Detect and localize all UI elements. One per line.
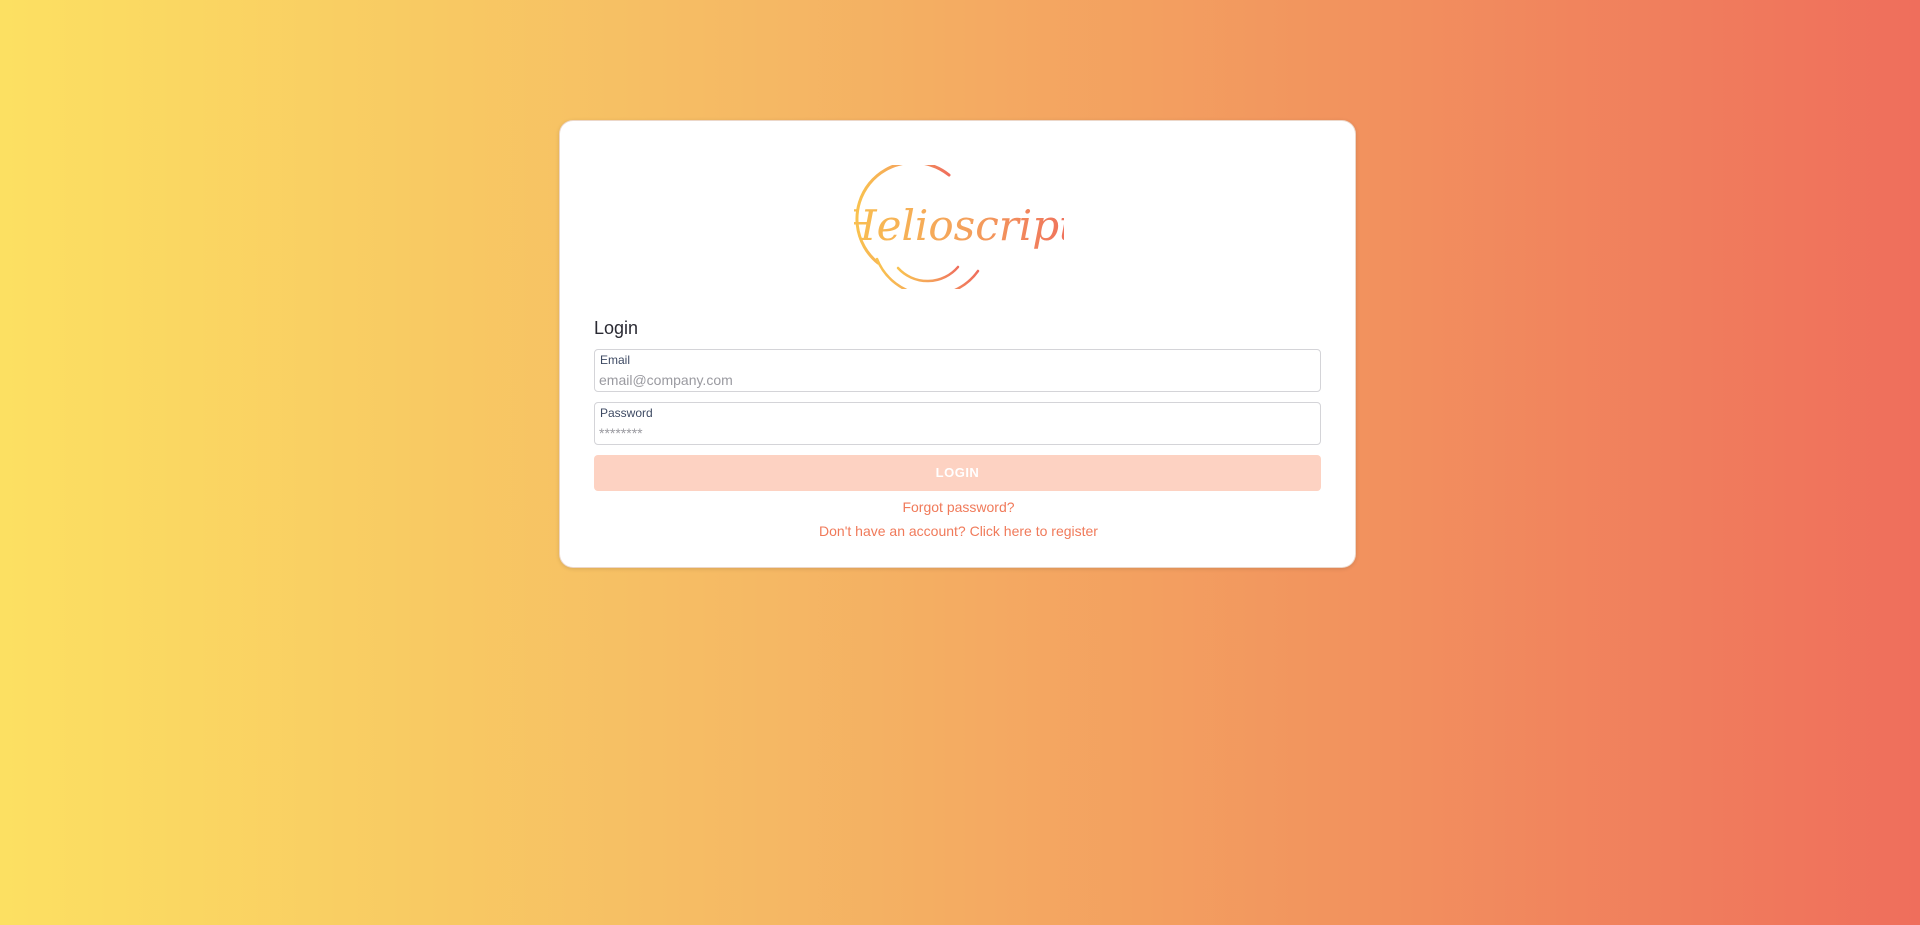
password-input[interactable] [599,424,1314,442]
login-heading: Login [594,318,639,338]
helioscript-logo: Helioscript [854,165,1064,289]
register-link[interactable]: Don't have an account? Click here to reg… [560,523,1357,539]
login-button[interactable]: LOGIN [594,455,1321,491]
sun-arc-logo-icon: Helioscript [854,165,1064,289]
email-label: Email [600,353,631,367]
email-field[interactable]: Email [594,349,1321,392]
login-card: Helioscript Login Email Password LOGIN F… [559,120,1356,568]
forgot-password-link[interactable]: Forgot password? [560,499,1357,515]
svg-text:Helioscript: Helioscript [854,201,1064,250]
email-input[interactable] [599,371,1314,389]
password-label: Password [600,406,653,420]
password-field[interactable]: Password [594,402,1321,445]
